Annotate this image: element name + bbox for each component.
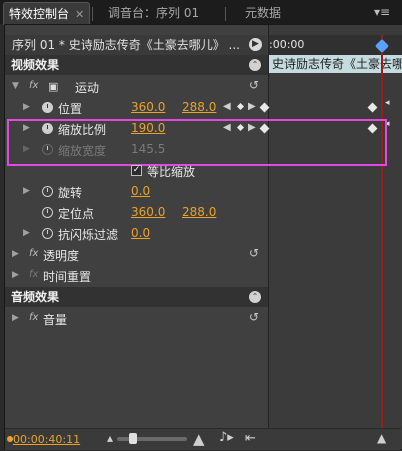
- watch-icon[interactable]: [42, 123, 53, 134]
- uniform-scale-checkbox[interactable]: ✓: [131, 165, 142, 176]
- effect-row-opacity[interactable]: ▶ fx 透明度 ↺: [5, 244, 268, 265]
- reset-icon[interactable]: ↺: [249, 310, 259, 324]
- position-label: 位置: [58, 102, 83, 116]
- collapsed-triangle-icon[interactable]: ▶: [23, 102, 30, 112]
- keyframe-partial-icon: ◂: [385, 98, 390, 108]
- watch-icon[interactable]: [42, 207, 53, 218]
- video-effects-header-label: 视频效果: [11, 58, 60, 72]
- collapsed-triangle-icon[interactable]: ▶: [12, 313, 19, 323]
- export-icon[interactable]: ⇤: [245, 431, 256, 446]
- collapsed-triangle-icon[interactable]: ▶: [23, 123, 30, 133]
- zoom-in-icon[interactable]: ▲: [193, 430, 205, 448]
- scale-width-label: 缩放宽度: [58, 144, 107, 158]
- effect-row-time-remap[interactable]: ▶ fx 时间重置: [5, 265, 268, 286]
- close-icon[interactable]: ✕: [75, 8, 84, 21]
- add-keyframe-icon[interactable]: [236, 102, 245, 111]
- anchor-label: 定位点: [58, 207, 95, 221]
- property-row-anti-flicker: ▶ 抗闪烁过滤 0.0: [5, 223, 268, 244]
- keyframe-diamond-icon[interactable]: [259, 123, 270, 134]
- watch-icon[interactable]: [42, 228, 53, 239]
- collapse-icon[interactable]: ⌃: [249, 59, 261, 71]
- collapsed-triangle-icon[interactable]: ▶: [23, 228, 30, 238]
- zoom-slider-handle[interactable]: [129, 433, 137, 444]
- current-timecode[interactable]: 00:00:40:11: [13, 433, 80, 446]
- position-y-value[interactable]: 288.0: [182, 100, 216, 114]
- tab-metadata-label: 元数据: [245, 6, 282, 20]
- video-effects-header: 视频效果: [5, 55, 268, 75]
- tab-metadata[interactable]: 元数据: [245, 2, 305, 24]
- collapsed-triangle-icon: ▶: [23, 144, 30, 154]
- panel-menu-icon[interactable]: ▾≡: [374, 5, 394, 19]
- prev-keyframe-icon[interactable]: ◀: [223, 101, 231, 112]
- tab-audio-mixer[interactable]: 调音台：序列 01: [108, 2, 218, 24]
- audio-effects-header: 音频效果: [5, 287, 268, 307]
- watch-icon: [42, 144, 53, 155]
- tab-divider: [225, 7, 226, 21]
- show-timeline-button[interactable]: ▶: [249, 38, 262, 51]
- opacity-label: 透明度: [43, 249, 80, 263]
- sequence-title-text: 序列 01 * 史诗励志传奇《土豪去哪儿》 ...: [12, 38, 240, 52]
- add-keyframe-icon[interactable]: [236, 123, 245, 132]
- property-row-scale: ▶ 缩放比例 190.0 ◀ ▶: [5, 118, 270, 139]
- next-keyframe-icon[interactable]: ▶: [248, 101, 256, 112]
- collapsed-triangle-icon[interactable]: ▶: [12, 270, 19, 280]
- effect-row-motion[interactable]: ▼ fx ▣ 运动 ↺: [5, 76, 268, 97]
- uniform-scale-label: 等比缩放: [147, 165, 196, 179]
- tab-effect-controls-label: 特效控制台: [9, 7, 70, 21]
- audio-playback-icon[interactable]: ♪▸: [219, 430, 234, 445]
- time-remap-label: 时间重置: [43, 270, 92, 284]
- bottom-bar: 00:00:40:11 ▴ ▲ ♪▸ ⇤ ▲: [5, 428, 401, 450]
- property-row-position: ▶ 位置 360.0 288.0 ◀ ▶: [5, 97, 270, 118]
- property-row-uniform-scale: ✓ 等比缩放: [5, 160, 268, 181]
- playhead[interactable]: [381, 35, 383, 449]
- effect-controls-content: 序列 01 * 史诗励志传奇《土豪去哪儿》 ... ▶ :00:00 史诗励志传…: [4, 24, 402, 450]
- collapse-icon[interactable]: ⌃: [249, 291, 261, 303]
- property-row-rotation: ▶ 旋转 0.0: [5, 181, 268, 202]
- anchor-x-value[interactable]: 360.0: [131, 205, 165, 219]
- watch-icon[interactable]: [42, 102, 53, 113]
- fx-icon[interactable]: fx: [29, 312, 38, 323]
- volume-label: 音量: [43, 313, 68, 327]
- sequence-title: 序列 01 * 史诗励志传奇《土豪去哪儿》 ...: [5, 35, 267, 55]
- keyframe-timeline[interactable]: :00:00 史诗励志传奇《土豪去哪儿》 ◂ ◂: [268, 25, 402, 449]
- prev-keyframe-icon[interactable]: ◀: [223, 122, 231, 133]
- effect-controls-panel: 特效控制台 ✕ 调音台：序列 01 元数据 ▾≡ 序列 01 * 史诗励志传奇《土…: [0, 0, 402, 451]
- collapsed-triangle-icon[interactable]: ▶: [12, 249, 19, 259]
- fx-icon[interactable]: fx: [29, 248, 38, 259]
- audio-effects-header-label: 音频效果: [11, 290, 60, 304]
- effect-row-volume[interactable]: ▶ fx 音量 ↺: [5, 308, 268, 329]
- zoom-slider[interactable]: [117, 437, 187, 441]
- keyframe-diamond-icon[interactable]: [259, 102, 270, 113]
- zoom-out-icon[interactable]: ▴: [107, 431, 113, 445]
- fx-icon[interactable]: fx: [29, 80, 38, 91]
- anchor-y-value[interactable]: 288.0: [182, 205, 216, 219]
- reset-icon[interactable]: ↺: [249, 246, 259, 260]
- anti-flicker-value[interactable]: 0.0: [131, 226, 150, 240]
- scale-width-value: 145.5: [131, 142, 166, 156]
- position-x-value[interactable]: 360.0: [131, 100, 165, 114]
- keyframe-diamond-icon[interactable]: [367, 102, 378, 113]
- anti-flicker-label: 抗闪烁过滤: [58, 228, 119, 242]
- timeline-zoom-icon[interactable]: ▲: [377, 431, 386, 445]
- tab-bar: 特效控制台 ✕ 调音台：序列 01 元数据 ▾≡: [0, 0, 402, 25]
- fx-icon: fx: [29, 269, 39, 280]
- reset-icon[interactable]: ↺: [249, 78, 259, 92]
- scale-label: 缩放比例: [58, 123, 107, 137]
- property-row-anchor: 定位点 360.0 288.0: [5, 202, 268, 223]
- property-row-scale-width: ▶ 缩放宽度 145.5: [5, 139, 268, 160]
- ruler-timecode: :00:00: [269, 38, 305, 51]
- motion-label: 运动: [75, 81, 100, 95]
- scale-value[interactable]: 190.0: [131, 121, 165, 135]
- expanded-triangle-icon[interactable]: ▼: [12, 81, 19, 91]
- tab-audio-mixer-label: 调音台：序列 01: [108, 6, 200, 20]
- rotation-value[interactable]: 0.0: [131, 184, 150, 198]
- tab-effect-controls[interactable]: 特效控制台 ✕: [3, 2, 90, 25]
- watch-icon[interactable]: [42, 186, 53, 197]
- collapsed-triangle-icon[interactable]: ▶: [23, 186, 30, 196]
- rotation-label: 旋转: [58, 186, 83, 200]
- motion-icon[interactable]: ▣: [48, 80, 58, 93]
- tab-divider: [92, 7, 93, 21]
- next-keyframe-icon[interactable]: ▶: [248, 122, 256, 133]
